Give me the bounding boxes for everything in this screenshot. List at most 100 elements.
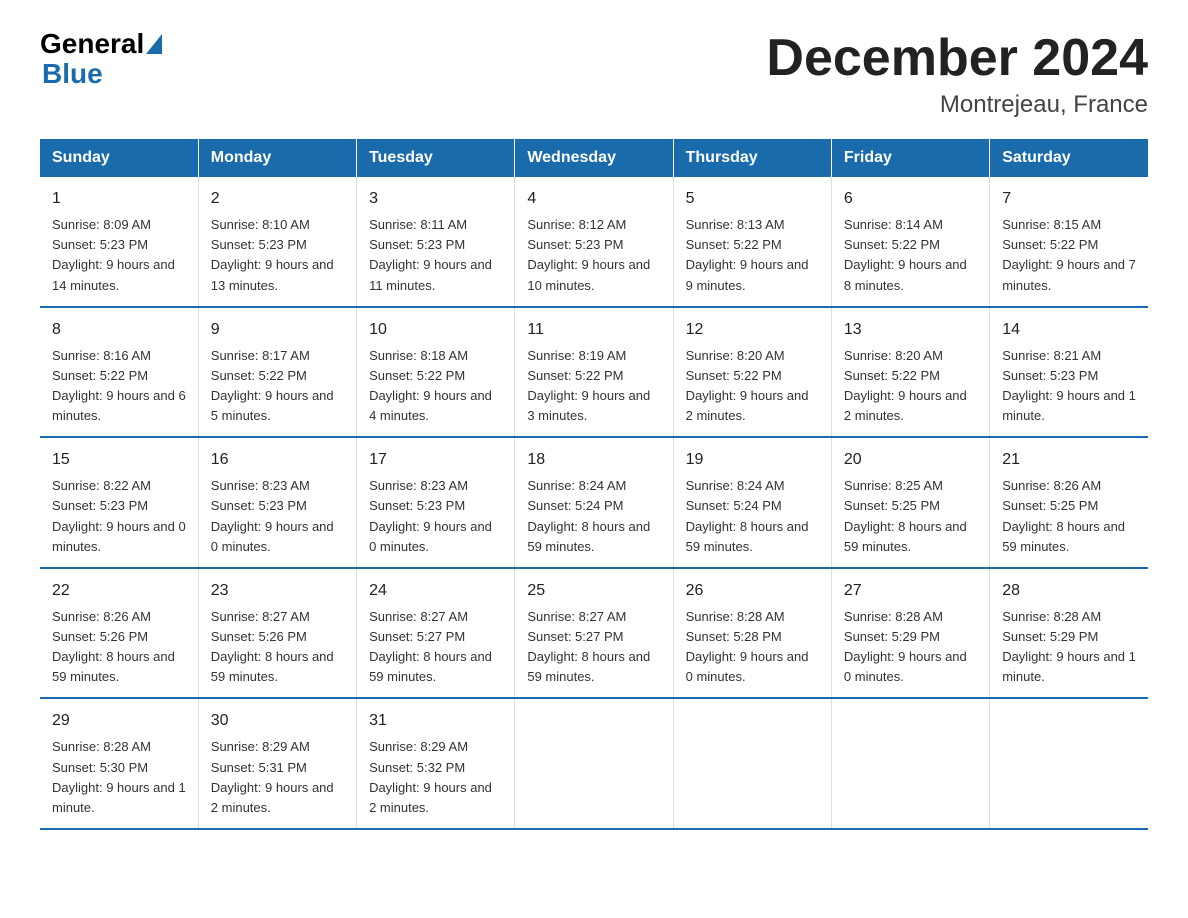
calendar-day-cell: 14 Sunrise: 8:21 AMSunset: 5:23 PMDayligh…: [990, 307, 1148, 438]
day-info: Sunrise: 8:26 AMSunset: 5:25 PMDaylight:…: [1002, 476, 1136, 557]
calendar-week-row: 15Sunrise: 8:22 AMSunset: 5:23 PMDayligh…: [40, 437, 1148, 568]
page-header: General Blue December 2024 Montrejeau, F…: [40, 30, 1148, 119]
day-number: 1: [52, 187, 186, 211]
day-info: Sunrise: 8:27 AMSunset: 5:26 PMDaylight:…: [211, 607, 344, 688]
calendar-day-cell: 24 Sunrise: 8:27 AMSunset: 5:27 PMDayligh…: [357, 568, 515, 699]
calendar-day-cell: 20Sunrise: 8:25 AMSunset: 5:25 PMDayligh…: [831, 437, 989, 568]
calendar-day-cell: 5 Sunrise: 8:13 AMSunset: 5:22 PMDaylight…: [673, 177, 831, 307]
day-number: 31: [369, 709, 502, 733]
calendar-day-cell: [990, 698, 1148, 829]
day-number: 24: [369, 579, 502, 603]
calendar-week-row: 1Sunrise: 8:09 AMSunset: 5:23 PMDaylight…: [40, 177, 1148, 307]
day-info: Sunrise: 8:17 AMSunset: 5:22 PMDaylight:…: [211, 346, 344, 427]
calendar-day-cell: 12 Sunrise: 8:20 AMSunset: 5:22 PMDayligh…: [673, 307, 831, 438]
header-monday: Monday: [198, 139, 356, 177]
day-number: 10: [369, 318, 502, 342]
day-info: Sunrise: 8:28 AMSunset: 5:30 PMDaylight:…: [52, 737, 186, 818]
day-info: Sunrise: 8:29 AMSunset: 5:31 PMDaylight:…: [211, 737, 344, 818]
logo-blue-text: Blue: [42, 58, 103, 89]
day-number: 26: [686, 579, 819, 603]
calendar-day-cell: 13 Sunrise: 8:20 AMSunset: 5:22 PMDayligh…: [831, 307, 989, 438]
calendar-day-cell: 19 Sunrise: 8:24 AMSunset: 5:24 PMDayligh…: [673, 437, 831, 568]
day-number: 13: [844, 318, 977, 342]
calendar-week-row: 8 Sunrise: 8:16 AMSunset: 5:22 PMDaylight…: [40, 307, 1148, 438]
logo: General Blue: [40, 30, 164, 90]
day-number: 11: [527, 318, 660, 342]
header-thursday: Thursday: [673, 139, 831, 177]
calendar-day-cell: 15Sunrise: 8:22 AMSunset: 5:23 PMDayligh…: [40, 437, 198, 568]
day-number: 29: [52, 709, 186, 733]
day-number: 22: [52, 579, 186, 603]
day-number: 5: [686, 187, 819, 211]
calendar-week-row: 29 Sunrise: 8:28 AMSunset: 5:30 PMDayligh…: [40, 698, 1148, 829]
day-number: 18: [527, 448, 660, 472]
header-saturday: Saturday: [990, 139, 1148, 177]
calendar-table: Sunday Monday Tuesday Wednesday Thursday…: [40, 139, 1148, 830]
header-tuesday: Tuesday: [357, 139, 515, 177]
calendar-day-cell: 28 Sunrise: 8:28 AMSunset: 5:29 PMDayligh…: [990, 568, 1148, 699]
day-number: 25: [527, 579, 660, 603]
day-info: Sunrise: 8:26 AMSunset: 5:26 PMDaylight:…: [52, 607, 186, 688]
day-info: Sunrise: 8:23 AMSunset: 5:23 PMDaylight:…: [369, 476, 502, 557]
day-number: 6: [844, 187, 977, 211]
calendar-day-cell: 30Sunrise: 8:29 AMSunset: 5:31 PMDayligh…: [198, 698, 356, 829]
calendar-subtitle: Montrejeau, France: [766, 91, 1148, 119]
day-number: 16: [211, 448, 344, 472]
calendar-day-cell: [831, 698, 989, 829]
calendar-day-cell: 29 Sunrise: 8:28 AMSunset: 5:30 PMDayligh…: [40, 698, 198, 829]
day-info: Sunrise: 8:12 AMSunset: 5:23 PMDaylight:…: [527, 215, 660, 296]
header-friday: Friday: [831, 139, 989, 177]
calendar-header-row: Sunday Monday Tuesday Wednesday Thursday…: [40, 139, 1148, 177]
calendar-day-cell: 7Sunrise: 8:15 AMSunset: 5:22 PMDaylight…: [990, 177, 1148, 307]
day-number: 3: [369, 187, 502, 211]
day-number: 21: [1002, 448, 1136, 472]
calendar-day-cell: 21 Sunrise: 8:26 AMSunset: 5:25 PMDayligh…: [990, 437, 1148, 568]
calendar-day-cell: 31 Sunrise: 8:29 AMSunset: 5:32 PMDayligh…: [357, 698, 515, 829]
title-block: December 2024 Montrejeau, France: [766, 30, 1148, 119]
calendar-day-cell: 18 Sunrise: 8:24 AMSunset: 5:24 PMDayligh…: [515, 437, 673, 568]
day-number: 27: [844, 579, 977, 603]
day-number: 15: [52, 448, 186, 472]
calendar-day-cell: 17 Sunrise: 8:23 AMSunset: 5:23 PMDayligh…: [357, 437, 515, 568]
day-number: 28: [1002, 579, 1136, 603]
day-info: Sunrise: 8:13 AMSunset: 5:22 PMDaylight:…: [686, 215, 819, 296]
day-info: Sunrise: 8:23 AMSunset: 5:23 PMDaylight:…: [211, 476, 344, 557]
calendar-day-cell: 22 Sunrise: 8:26 AMSunset: 5:26 PMDayligh…: [40, 568, 198, 699]
day-info: Sunrise: 8:16 AMSunset: 5:22 PMDaylight:…: [52, 346, 186, 427]
calendar-week-row: 22 Sunrise: 8:26 AMSunset: 5:26 PMDayligh…: [40, 568, 1148, 699]
day-info: Sunrise: 8:21 AMSunset: 5:23 PMDaylight:…: [1002, 346, 1136, 427]
day-info: Sunrise: 8:24 AMSunset: 5:24 PMDaylight:…: [527, 476, 660, 557]
calendar-day-cell: 26Sunrise: 8:28 AMSunset: 5:28 PMDayligh…: [673, 568, 831, 699]
calendar-title: December 2024: [766, 30, 1148, 87]
day-number: 17: [369, 448, 502, 472]
calendar-day-cell: 11 Sunrise: 8:19 AMSunset: 5:22 PMDayligh…: [515, 307, 673, 438]
day-number: 2: [211, 187, 344, 211]
day-number: 19: [686, 448, 819, 472]
header-wednesday: Wednesday: [515, 139, 673, 177]
day-number: 12: [686, 318, 819, 342]
day-info: Sunrise: 8:10 AMSunset: 5:23 PMDaylight:…: [211, 215, 344, 296]
day-info: Sunrise: 8:19 AMSunset: 5:22 PMDaylight:…: [527, 346, 660, 427]
header-sunday: Sunday: [40, 139, 198, 177]
calendar-day-cell: 4Sunrise: 8:12 AMSunset: 5:23 PMDaylight…: [515, 177, 673, 307]
day-info: Sunrise: 8:25 AMSunset: 5:25 PMDaylight:…: [844, 476, 977, 557]
calendar-day-cell: [673, 698, 831, 829]
day-info: Sunrise: 8:27 AMSunset: 5:27 PMDaylight:…: [369, 607, 502, 688]
calendar-day-cell: 1Sunrise: 8:09 AMSunset: 5:23 PMDaylight…: [40, 177, 198, 307]
day-info: Sunrise: 8:20 AMSunset: 5:22 PMDaylight:…: [844, 346, 977, 427]
calendar-day-cell: [515, 698, 673, 829]
day-info: Sunrise: 8:24 AMSunset: 5:24 PMDaylight:…: [686, 476, 819, 557]
calendar-day-cell: 23Sunrise: 8:27 AMSunset: 5:26 PMDayligh…: [198, 568, 356, 699]
calendar-day-cell: 10Sunrise: 8:18 AMSunset: 5:22 PMDayligh…: [357, 307, 515, 438]
day-number: 9: [211, 318, 344, 342]
calendar-day-cell: 3Sunrise: 8:11 AMSunset: 5:23 PMDaylight…: [357, 177, 515, 307]
day-info: Sunrise: 8:20 AMSunset: 5:22 PMDaylight:…: [686, 346, 819, 427]
day-info: Sunrise: 8:14 AMSunset: 5:22 PMDaylight:…: [844, 215, 977, 296]
calendar-day-cell: 6 Sunrise: 8:14 AMSunset: 5:22 PMDaylight…: [831, 177, 989, 307]
day-number: 14: [1002, 318, 1136, 342]
day-number: 8: [52, 318, 186, 342]
calendar-day-cell: 2 Sunrise: 8:10 AMSunset: 5:23 PMDaylight…: [198, 177, 356, 307]
day-info: Sunrise: 8:29 AMSunset: 5:32 PMDaylight:…: [369, 737, 502, 818]
calendar-day-cell: 25Sunrise: 8:27 AMSunset: 5:27 PMDayligh…: [515, 568, 673, 699]
day-info: Sunrise: 8:28 AMSunset: 5:29 PMDaylight:…: [1002, 607, 1136, 688]
